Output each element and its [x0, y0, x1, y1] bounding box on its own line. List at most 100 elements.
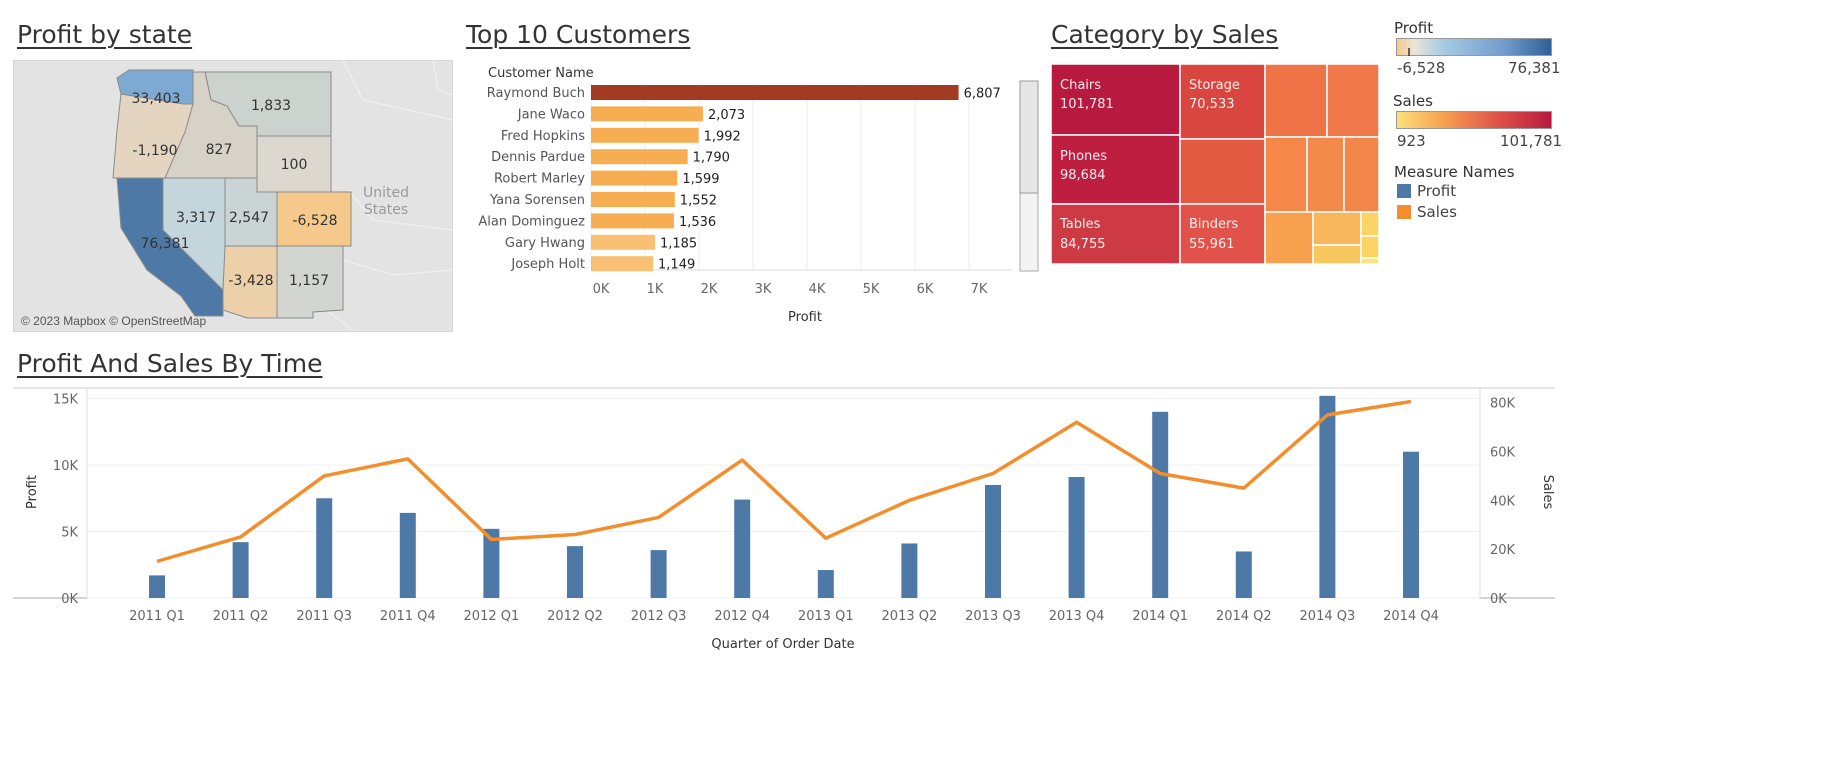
legend-sales-max: 101,781	[1500, 132, 1563, 150]
legend-sales-title: Sales	[1393, 92, 1433, 110]
tile-unlabeled-4[interactable]	[1264, 136, 1308, 213]
profit-bar[interactable]	[399, 512, 416, 598]
time-right-tick: 40K	[1490, 494, 1516, 509]
state-label-oregon: -1,190	[132, 143, 177, 159]
customer-name-label: Raymond Buch	[487, 86, 585, 101]
profit-bar[interactable]	[149, 575, 165, 598]
tile-unlabeled-8[interactable]	[1312, 211, 1362, 246]
tile-unlabeled-3[interactable]	[1326, 64, 1380, 138]
customer-bar[interactable]	[591, 234, 655, 250]
state-label-arizona: -3,428	[228, 273, 273, 289]
customer-name-label: Joseph Holt	[510, 257, 585, 272]
legend-sales-ramp[interactable]	[1396, 111, 1552, 129]
customer-bar[interactable]	[591, 85, 959, 100]
customer-bar[interactable]	[591, 192, 675, 207]
tile-unlabeled-12[interactable]	[1360, 257, 1380, 265]
customer-name-label: Fred Hopkins	[501, 129, 585, 144]
customer-name-label: Jane Waco	[517, 107, 585, 122]
customers-x-tick: 6K	[917, 282, 934, 297]
profit-bar[interactable]	[567, 546, 583, 598]
time-x-tick: 2011 Q4	[380, 609, 436, 624]
tile-unlabeled-1[interactable]	[1179, 138, 1266, 205]
sales-line[interactable]	[156, 399, 1412, 564]
customer-bar[interactable]	[591, 127, 699, 143]
time-x-axis-title: Quarter of Order Date	[711, 637, 854, 652]
tile-unlabeled-6[interactable]	[1343, 136, 1380, 213]
tile-binders[interactable]	[1179, 203, 1266, 265]
time-left-tick: 5K	[61, 526, 78, 541]
customers-x-tick: 2K	[701, 282, 718, 297]
customer-value-label: 1,599	[682, 172, 719, 187]
tile-unlabeled-5[interactable]	[1306, 136, 1345, 213]
customers-row-header: Customer Name	[488, 66, 594, 81]
tile-unlabeled-9[interactable]	[1312, 244, 1362, 265]
time-right-tick: 0K	[1490, 592, 1507, 607]
customer-bar[interactable]	[591, 170, 678, 186]
tile-tables[interactable]	[1051, 203, 1181, 265]
customer-bar[interactable]	[591, 213, 674, 229]
tile-value-tables: 84,755	[1060, 237, 1106, 252]
profit-map[interactable]: 33,403 -1,190 76,381 827 1,833 100 3,317…	[13, 60, 453, 332]
profit-bar[interactable]	[1152, 411, 1169, 598]
customers-x-tick: 4K	[809, 282, 826, 297]
legend-item-sales[interactable]: Sales	[1397, 203, 1517, 222]
tile-label-tables: Tables	[1059, 217, 1101, 232]
time-x-tick: 2013 Q4	[1049, 609, 1105, 624]
legend-profit-ramp[interactable]	[1396, 38, 1552, 56]
time-x-tick: 2011 Q2	[213, 609, 269, 624]
legend-item-profit[interactable]: Profit	[1397, 182, 1517, 201]
customers-title: Top 10 Customers	[466, 20, 691, 49]
customer-bar[interactable]	[591, 149, 688, 165]
customer-value-label: 1,552	[680, 194, 717, 209]
legend-swatch-profit	[1397, 184, 1411, 198]
tile-value-storage: 70,533	[1189, 97, 1235, 112]
time-x-tick: 2014 Q4	[1383, 609, 1439, 624]
customers-scrollbar-thumb[interactable]	[1019, 80, 1039, 194]
customer-name-label: Robert Marley	[494, 172, 585, 187]
customer-value-label: 1,790	[693, 151, 730, 166]
profit-bar[interactable]	[817, 570, 834, 598]
profit-bar[interactable]	[1319, 395, 1336, 598]
profit-bar[interactable]	[734, 499, 751, 598]
customer-name-label: Dennis Pardue	[491, 150, 585, 165]
state-label-colorado: -6,528	[292, 213, 337, 229]
time-right-tick: 80K	[1490, 397, 1516, 412]
map-attribution[interactable]: © 2023 Mapbox © OpenStreetMap	[21, 314, 206, 328]
profit-bar[interactable]	[316, 498, 333, 598]
profit-bar[interactable]	[1403, 451, 1419, 598]
customers-x-axis-title: Profit	[788, 310, 822, 325]
customer-bar[interactable]	[591, 256, 654, 272]
time-left-tick: 0K	[61, 592, 78, 607]
time-chart: 0K 5K 10K 15K 0K 20K 40K 60K 80K 2011 Q1 2011 Q2…	[13, 387, 1555, 652]
time-left-tick: 10K	[53, 459, 79, 474]
profit-bar[interactable]	[1068, 476, 1085, 598]
profit-bar[interactable]	[901, 543, 918, 598]
tile-unlabeled-2[interactable]	[1264, 64, 1328, 138]
time-x-tick: 2012 Q3	[631, 609, 687, 624]
tile-value-chairs: 101,781	[1060, 97, 1114, 112]
customer-bar[interactable]	[591, 106, 703, 122]
profit-bar[interactable]	[985, 484, 1001, 598]
profit-bar[interactable]	[1235, 551, 1252, 598]
time-right-tick: 60K	[1490, 446, 1516, 461]
tile-label-storage: Storage	[1189, 78, 1240, 93]
time-x-tick: 2014 Q2	[1216, 609, 1272, 624]
time-right-tick: 20K	[1490, 543, 1516, 558]
state-label-montana: 1,833	[251, 98, 291, 114]
tile-unlabeled-11[interactable]	[1360, 235, 1380, 259]
time-x-tick: 2013 Q1	[798, 609, 854, 624]
legend-profit-max: 76,381	[1508, 59, 1561, 77]
time-x-tick: 2014 Q1	[1132, 609, 1188, 624]
tile-value-phones: 98,684	[1060, 168, 1106, 183]
customer-value-label: 1,149	[658, 258, 695, 273]
profit-bar[interactable]	[232, 542, 249, 598]
category-treemap[interactable]: Chairs 101,781 Storage 70,533 Phones 98,…	[1051, 64, 1381, 266]
legend-profit-title: Profit	[1394, 19, 1434, 37]
customers-x-tick: 0K	[593, 282, 610, 297]
time-x-tick: 2011 Q3	[296, 609, 352, 624]
profit-bar[interactable]	[650, 550, 667, 598]
legend-label-profit: Profit	[1417, 182, 1457, 200]
tile-unlabeled-7[interactable]	[1264, 211, 1314, 265]
tile-unlabeled-10[interactable]	[1360, 211, 1380, 237]
map-title: Profit by state	[17, 20, 193, 49]
